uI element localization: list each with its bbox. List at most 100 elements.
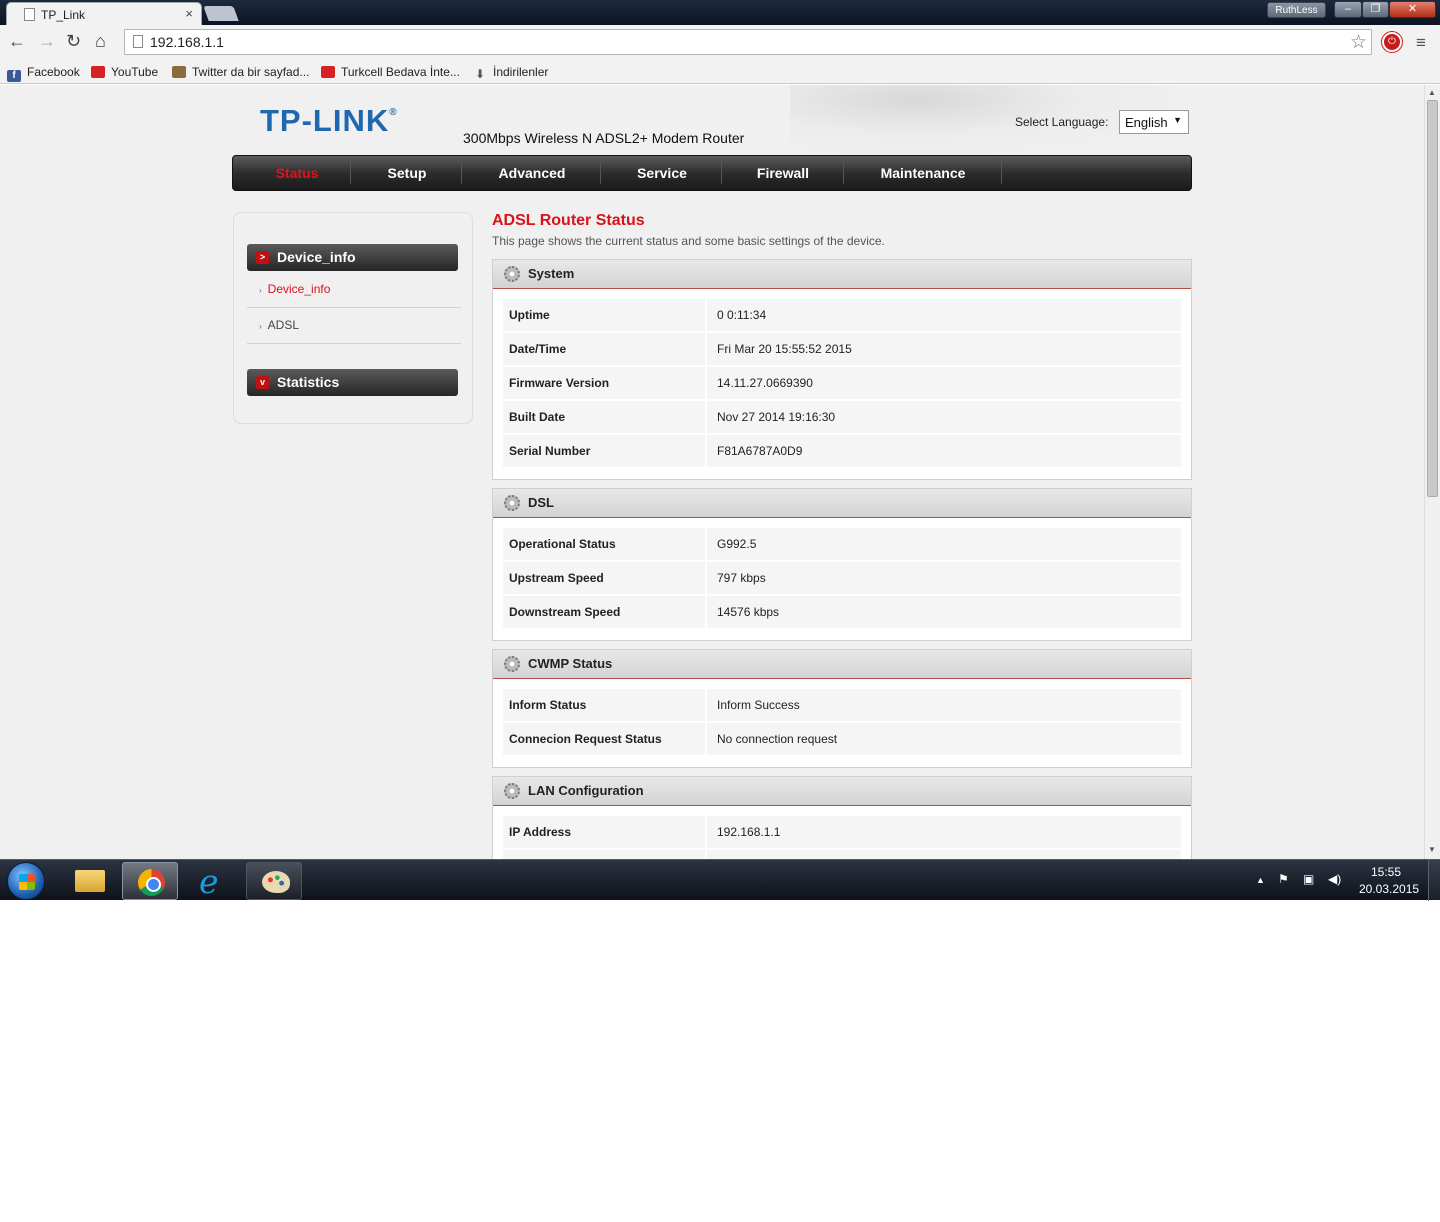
address-bar[interactable]: 192.168.1.1 ☆ [124, 29, 1372, 55]
main-nav: Status Setup Advanced Service Firewall M… [232, 155, 1192, 191]
table-row: Operational Status G992.5 [503, 528, 1181, 560]
bookmark-label: YouTube [111, 65, 159, 79]
bookmark-downloads[interactable]: ⬇ İndirilenler [473, 63, 548, 81]
nav-maintenance[interactable]: Maintenance [859, 156, 987, 190]
bookmark-youtube[interactable]: YouTube [91, 63, 158, 81]
tray-expand-icon[interactable]: ▲ [1256, 875, 1265, 885]
sidebar-group-label: Device_info [277, 249, 356, 265]
section-title: LAN Configuration [528, 783, 644, 798]
bookmark-twitter[interactable]: Twitter da bir sayfad... [172, 63, 309, 81]
taskbar-chrome[interactable] [122, 862, 178, 900]
sidebar-item-device-info[interactable]: › Device_info [259, 282, 330, 296]
nav-firewall[interactable]: Firewall [733, 156, 833, 190]
taskbar-explorer[interactable] [60, 862, 116, 900]
logo-text: TP-LINK [260, 103, 390, 138]
model-name: 300Mbps Wireless N ADSL2+ Modem Router [463, 130, 745, 146]
section-title: DSL [528, 495, 554, 510]
table-row: Upstream Speed 797 kbps [503, 562, 1181, 594]
nav-divider [843, 162, 844, 184]
sidebar-divider [247, 307, 461, 308]
forward-arrow-icon[interactable]: → [38, 31, 56, 52]
scroll-up-icon[interactable]: ▲ [1428, 88, 1436, 97]
table-row: Serial Number F81A6787A0D9 [503, 435, 1181, 467]
browser-tab[interactable]: TP_Link × [6, 2, 202, 25]
chevron-down-icon: v [256, 376, 269, 389]
cell-divider [705, 689, 707, 721]
row-label: Downstream Speed [509, 605, 621, 619]
language-value: English [1125, 115, 1168, 130]
row-value: 192.168.1.1 [717, 825, 781, 839]
action-center-flag-icon[interactable]: ⚑ [1278, 872, 1289, 886]
page-icon [24, 8, 35, 21]
show-desktop-button[interactable] [1428, 860, 1440, 901]
tab-title: TP_Link [41, 8, 86, 22]
sidebar-item-adsl[interactable]: › ADSL [259, 318, 299, 332]
nav-divider [461, 162, 462, 184]
chevron-right-icon: > [256, 251, 269, 264]
home-icon[interactable]: ⌂ [95, 31, 106, 52]
nav-service[interactable]: Service [613, 156, 711, 190]
extension-icon[interactable]: ⏻ [1382, 32, 1402, 52]
reload-icon[interactable]: ↻ [66, 31, 81, 52]
bookmark-turkcell[interactable]: Turkcell Bedava İnte... [321, 63, 460, 81]
sidebar-group-statistics[interactable]: v Statistics [247, 369, 458, 396]
cell-divider [705, 401, 707, 433]
nav-setup[interactable]: Setup [363, 156, 451, 190]
nav-divider [1001, 162, 1002, 184]
row-label: IP Address [509, 825, 572, 839]
download-icon: ⬇ [474, 67, 486, 81]
row-label: Built Date [509, 410, 566, 424]
language-select[interactable]: English ▼ [1119, 110, 1189, 134]
row-value: No connection request [717, 732, 838, 746]
bullet-icon: › [259, 286, 262, 295]
page-title: ADSL Router Status [492, 212, 645, 229]
row-label: Upstream Speed [509, 571, 604, 585]
bookmark-label: İndirilenler [493, 65, 549, 79]
table-row: Built Date Nov 27 2014 19:16:30 [503, 401, 1181, 433]
windows-logo-icon [19, 874, 35, 890]
minimize-button[interactable]: – [1334, 1, 1362, 18]
close-tab-icon[interactable]: × [185, 6, 193, 21]
logo-trademark: ® [389, 107, 398, 118]
scroll-thumb[interactable] [1427, 100, 1438, 497]
bookmark-label: Facebook [27, 65, 80, 79]
nav-status[interactable]: Status [253, 156, 341, 190]
section-header: LAN Configuration [493, 777, 1191, 806]
sidebar: > Device_info › Device_info › ADSL v Stati… [233, 212, 473, 424]
volume-icon[interactable]: ◀) [1328, 872, 1341, 886]
scroll-down-icon[interactable]: ▼ [1428, 845, 1436, 854]
maximize-button[interactable]: ❐ [1362, 1, 1389, 18]
back-arrow-icon[interactable]: ← [8, 31, 26, 52]
taskbar-paint[interactable] [246, 862, 302, 900]
chrome-menu-icon[interactable]: ≡ [1416, 33, 1426, 53]
windows-taskbar: e ▲ ⚑ ▣ ◀) 15:55 20.03.2015 [0, 859, 1440, 901]
section-dsl: DSL Operational Status G992.5 Upstream Sp… [492, 488, 1192, 641]
network-icon[interactable]: ▣ [1303, 872, 1314, 886]
cell-divider [705, 367, 707, 399]
sidebar-group-device-info[interactable]: > Device_info [247, 244, 458, 271]
gear-icon [504, 656, 520, 672]
facebook-icon: f [7, 70, 21, 82]
clock-date[interactable]: 20.03.2015 [1359, 882, 1419, 896]
cell-divider [705, 723, 707, 755]
new-tab-button[interactable] [203, 6, 239, 21]
close-window-button[interactable]: ✕ [1389, 1, 1436, 18]
dropdown-arrow-icon: ▼ [1173, 115, 1182, 125]
vertical-scrollbar[interactable]: ▲ ▼ [1424, 85, 1440, 859]
internet-explorer-icon: e [199, 862, 219, 901]
row-value: 0 0:11:34 [717, 308, 767, 322]
bookmark-facebook[interactable]: f Facebook [7, 63, 80, 82]
bookmark-page-icon [172, 66, 186, 78]
tplink-logo: TP-LINK® [260, 103, 398, 139]
address-url[interactable]: 192.168.1.1 [150, 34, 224, 50]
bookmark-star-icon[interactable]: ☆ [1350, 31, 1367, 54]
row-label: Firmware Version [509, 376, 610, 390]
section-header: System [493, 260, 1191, 289]
start-button[interactable] [7, 862, 45, 900]
row-label: Date/Time [509, 342, 567, 356]
profile-badge[interactable]: RuthLess [1267, 2, 1326, 18]
taskbar-ie[interactable]: e [184, 862, 240, 900]
row-label: Operational Status [509, 537, 616, 551]
clock-time[interactable]: 15:55 [1371, 865, 1401, 879]
nav-advanced[interactable]: Advanced [478, 156, 586, 190]
